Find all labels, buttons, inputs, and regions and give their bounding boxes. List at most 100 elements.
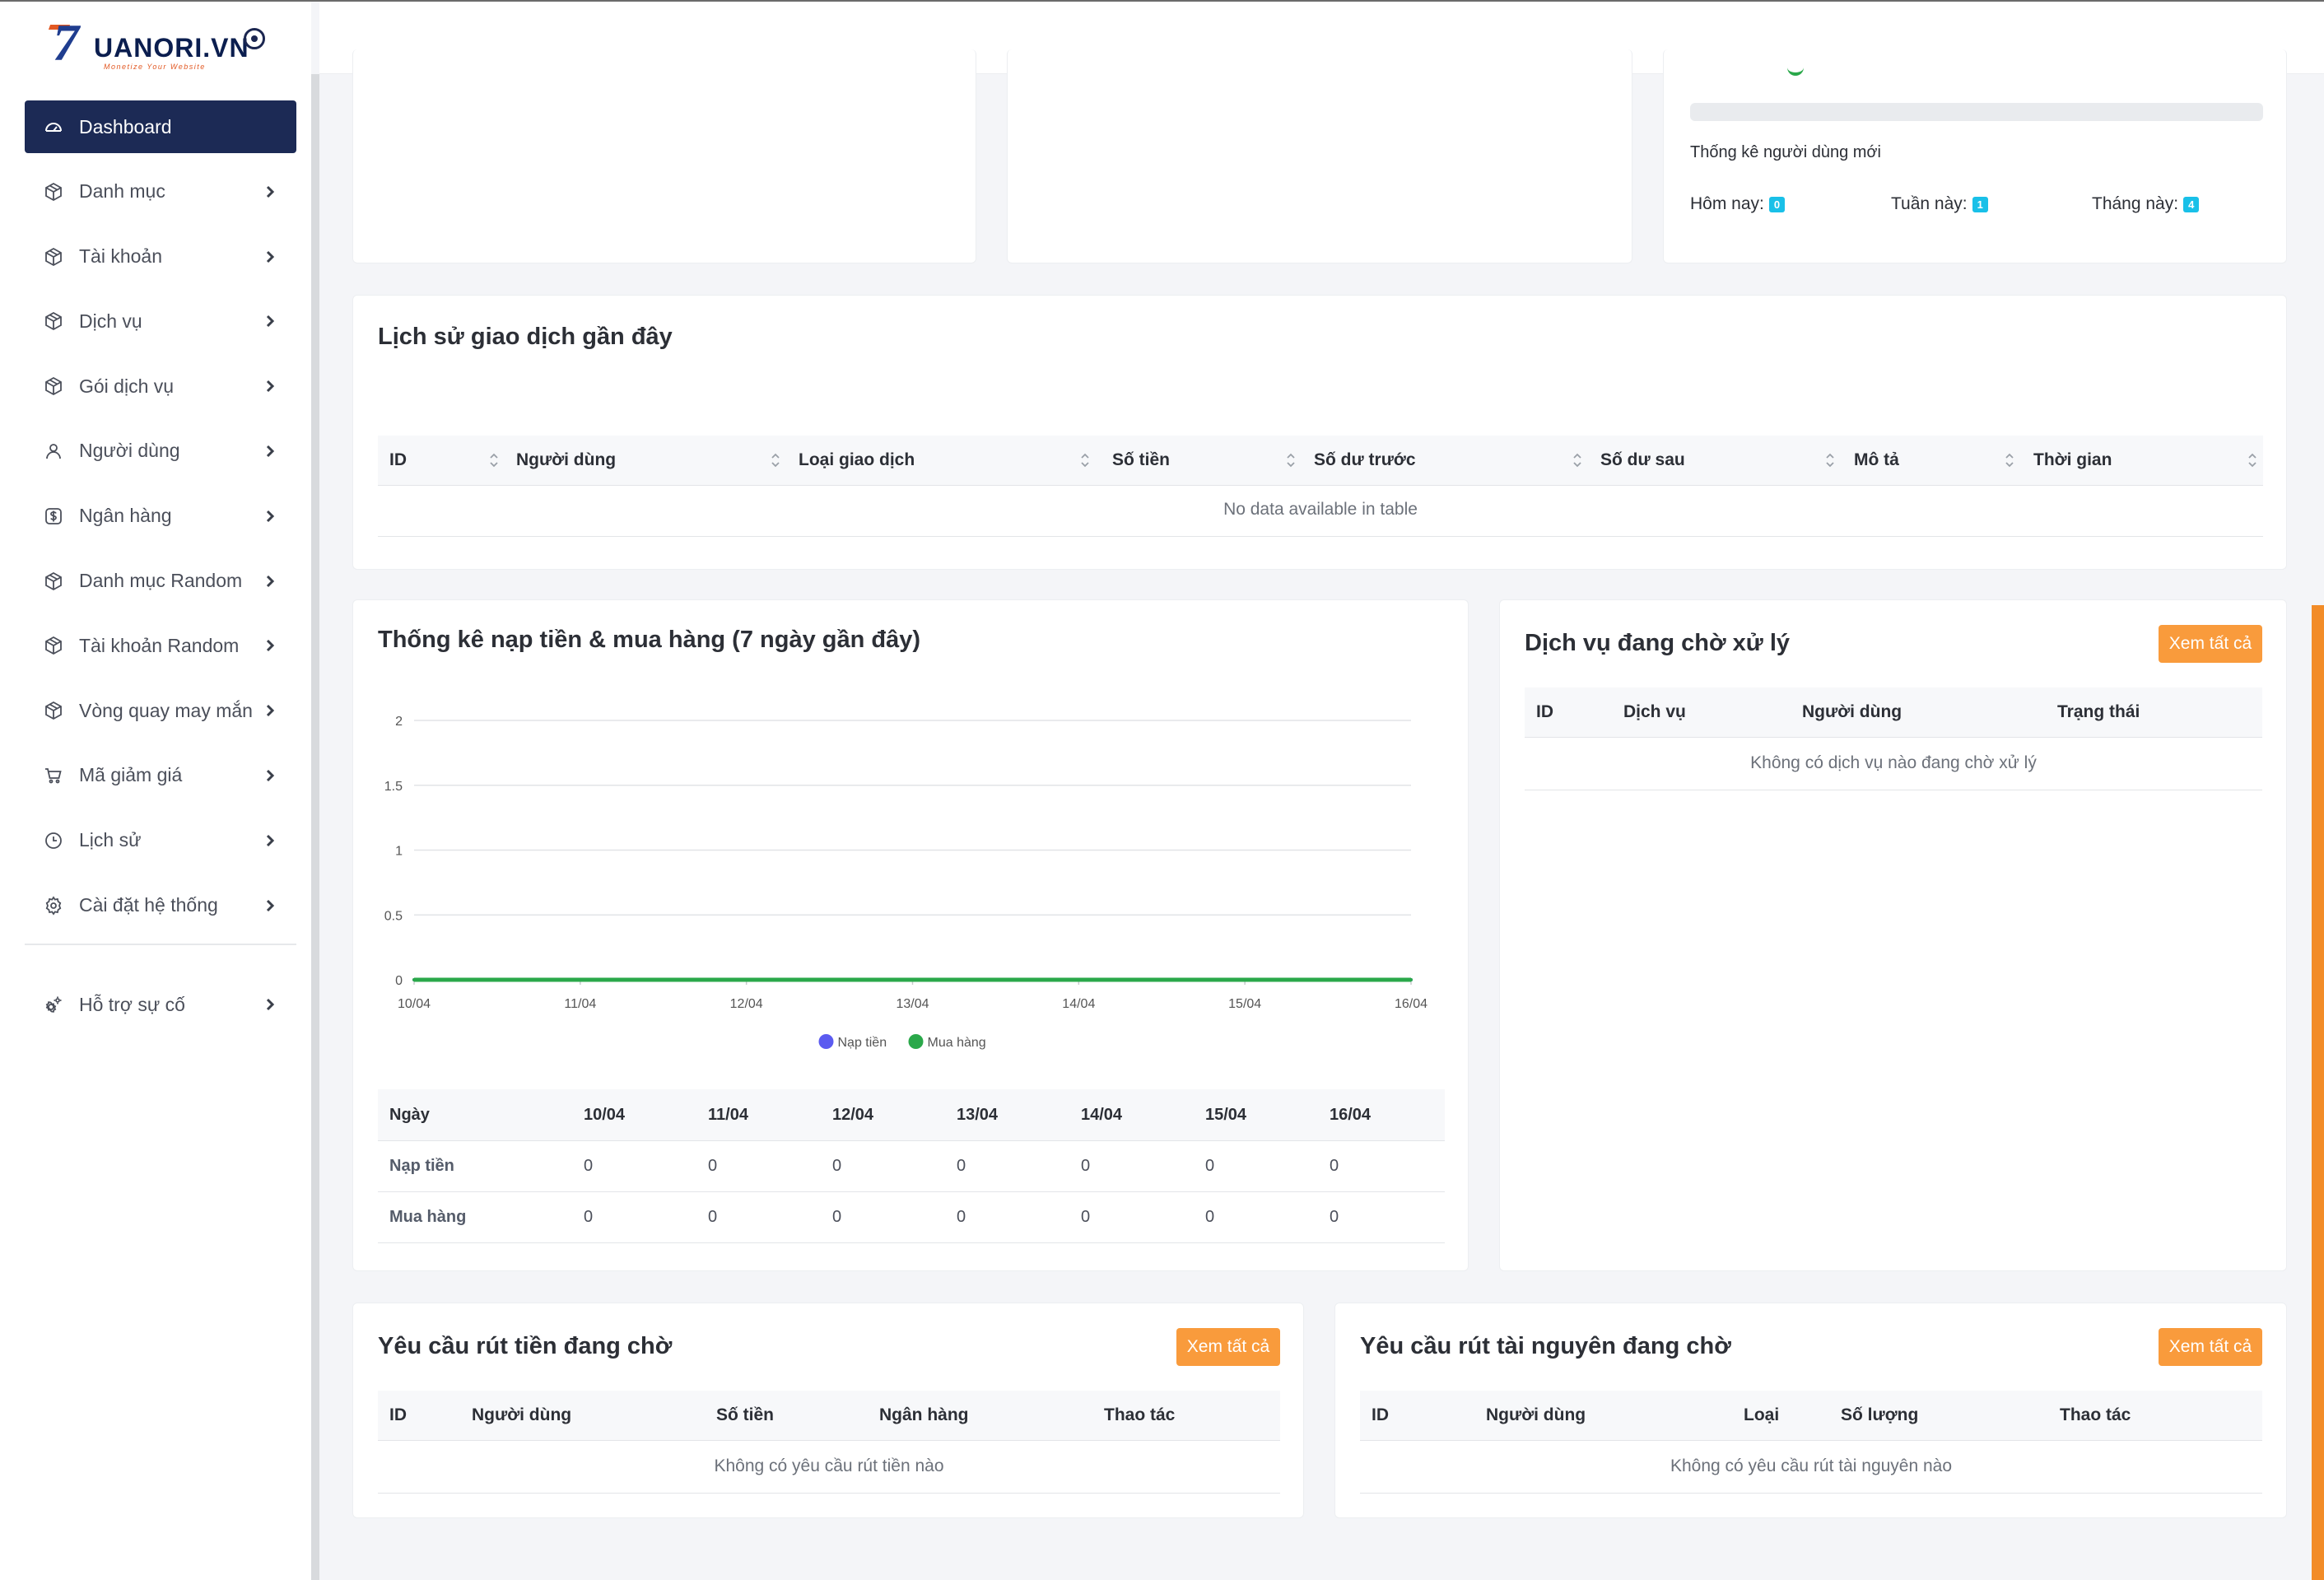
box-icon (43, 310, 64, 332)
legend-label: Nạp tiền (838, 1036, 887, 1050)
column-header[interactable]: Số dư sau (1600, 450, 1685, 470)
pending-services-view-all-button[interactable]: Xem tất cả (2159, 625, 2262, 663)
sidebar-item-7[interactable]: Danh mục Random (25, 555, 296, 608)
x-tick-label: 12/04 (730, 997, 763, 1011)
stats-cell: 0 (1330, 1157, 1339, 1175)
column-header: Người dùng (1486, 1405, 1586, 1424)
sort-icon[interactable] (1572, 451, 1583, 469)
withdraw-money-empty-message: Không có yêu cầu rút tiền nào (714, 1456, 944, 1475)
chevron-right-icon (260, 701, 280, 720)
stats-header-cell: 15/04 (1205, 1106, 1247, 1124)
chevron-right-icon (260, 376, 280, 396)
column-header: Trạng thái (2057, 702, 2140, 721)
stats-header-cell: Ngày (389, 1106, 430, 1124)
sidebar-item-5[interactable]: Người dùng (25, 425, 296, 478)
y-tick-label: 0.5 (384, 909, 403, 923)
sort-icon[interactable] (1079, 451, 1091, 469)
sidebar-item-4[interactable]: Gói dịch vụ (25, 360, 296, 412)
table-divider (378, 1140, 1445, 1141)
stats-cell: 0 (584, 1157, 594, 1175)
sidebar-scrollbar[interactable] (311, 74, 319, 1580)
withdraw-resource-view-all-button[interactable]: Xem tất cả (2159, 1328, 2262, 1366)
brand-tagline: Monetize Your Website (104, 63, 206, 71)
withdraw-resource-table-header: ID Người dùng Loại Số lượng Thao tác (1360, 1391, 2262, 1440)
data-point (578, 978, 582, 981)
stats-header-cell: 13/04 (957, 1106, 999, 1124)
sort-icon[interactable] (1285, 451, 1297, 469)
column-header[interactable]: Mô tả (1854, 450, 1899, 470)
sidebar-toggle-icon[interactable] (244, 28, 265, 49)
column-header[interactable]: Số tiền (1112, 450, 1170, 470)
sidebar-item-label: Mã giảm giá (79, 764, 183, 786)
clock-icon (43, 830, 64, 851)
x-tick-label: 14/04 (1062, 997, 1095, 1011)
column-header[interactable]: Số dư trước (1314, 450, 1416, 470)
chevron-right-icon (260, 995, 280, 1014)
page-scrollbar[interactable] (2312, 605, 2324, 1580)
column-header[interactable]: Thời gian (2033, 450, 2112, 470)
sort-icon[interactable] (488, 451, 500, 469)
table-divider (1360, 1493, 2262, 1494)
x-tick-label: 16/04 (1395, 997, 1427, 1011)
sidebar-item-label: Danh mục Random (79, 570, 243, 592)
stat-today-badge: 0 (1768, 196, 1786, 212)
chevron-right-icon (260, 636, 280, 655)
sidebar-item-support[interactable]: Hỗ trợ sự cố (25, 978, 296, 1031)
pending-services-title: Dịch vụ đang chờ xử lý (1525, 630, 1791, 656)
transactions-title: Lịch sử giao dịch gần đây (378, 324, 673, 350)
sidebar-item-label: Ngân hàng (79, 505, 172, 527)
dashboard-icon (43, 116, 64, 137)
sidebar-item-3[interactable]: Dịch vụ (25, 295, 296, 347)
sidebar-item-12[interactable]: Cài đặt hệ thống (25, 879, 296, 932)
gear-icon (43, 895, 64, 916)
column-header: ID (389, 1405, 407, 1424)
stats-row-label: Mua hàng (389, 1208, 467, 1226)
column-header[interactable]: Loại giao dịch (799, 450, 915, 470)
chevron-right-icon (260, 571, 280, 591)
sidebar-item-label: Người dùng (79, 440, 180, 462)
withdraw-money-view-all-button[interactable]: Xem tất cả (1176, 1328, 1280, 1366)
sidebar-item-9[interactable]: Vòng quay may mắn (25, 684, 296, 737)
y-tick-label: 1 (395, 845, 403, 859)
sidebar-item-0[interactable]: Dashboard (25, 100, 296, 153)
column-header: Số lượng (1841, 1405, 1919, 1424)
table-divider (378, 1191, 1445, 1192)
data-point (1243, 978, 1247, 981)
sort-icon[interactable] (1824, 451, 1836, 469)
column-header[interactable]: ID (389, 450, 407, 470)
sidebar-item-2[interactable]: Tài khoản (25, 231, 296, 283)
brand-name: UANORI.VN (94, 33, 249, 63)
y-tick-label: 2 (395, 715, 403, 729)
sidebar-divider (25, 944, 296, 946)
column-header[interactable]: Người dùng (516, 450, 616, 470)
sidebar-item-6[interactable]: Ngân hàng (25, 490, 296, 543)
sort-icon[interactable] (2247, 451, 2258, 469)
sidebar-item-10[interactable]: Mã giảm giá (25, 749, 296, 802)
stat-month-badge: 4 (2183, 196, 2200, 212)
stats-cell: 0 (584, 1208, 594, 1226)
transactions-card: Lịch sử giao dịch gần đây ID Người dùng Lo… (352, 295, 2287, 570)
user-icon (43, 440, 64, 462)
column-header: Số tiền (716, 1405, 775, 1424)
stat-week-label: Tuần này: (1891, 194, 1968, 213)
legend-swatch (908, 1034, 924, 1049)
brand-logo[interactable]: 7 UANORI.VN Monetize Your Website (48, 16, 255, 71)
stats-cell: 0 (1081, 1208, 1091, 1226)
withdraw-money-card: Yêu cầu rút tiền đang chờ Xem tất cả ID N… (352, 1303, 1304, 1518)
sidebar-menu: Dashboard Danh mục Tài khoản Dịch vụ Gói dịc… (25, 100, 296, 1043)
pending-services-card: Dịch vụ đang chờ xử lý Xem tất cả ID Dịch… (1499, 599, 2287, 1271)
sort-icon[interactable] (2004, 451, 2015, 469)
sidebar-item-11[interactable]: Lịch sử (25, 814, 296, 867)
column-header: Người dùng (472, 1405, 572, 1424)
table-divider (378, 485, 2263, 486)
sidebar-item-label: Tài khoản Random (79, 634, 240, 656)
sidebar-item-1[interactable]: Danh mục (25, 165, 296, 218)
column-header: Loại (1744, 1405, 1780, 1424)
table-divider (378, 1493, 1280, 1494)
stat-today-label: Hôm nay: (1690, 194, 1764, 213)
sidebar-item-label: Cài đặt hệ thống (79, 894, 218, 916)
pending-services-empty-message: Không có dịch vụ nào đang chờ xử lý (1750, 753, 2037, 772)
sidebar-item-8[interactable]: Tài khoản Random (25, 619, 296, 672)
sort-icon[interactable] (770, 451, 781, 469)
stats-cell: 0 (708, 1157, 718, 1175)
